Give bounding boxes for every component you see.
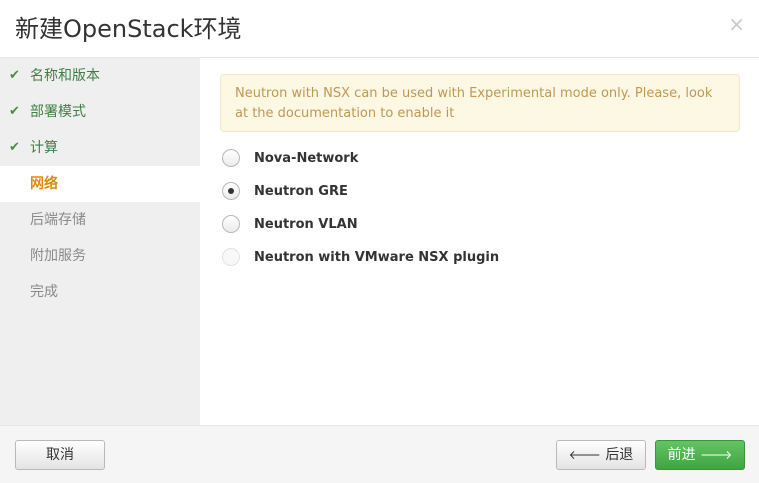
radio-nova-network[interactable] xyxy=(222,149,240,167)
option-neutron-vlan[interactable]: Neutron VLAN xyxy=(222,213,358,235)
radio-neutron-nsx xyxy=(222,248,240,266)
radio-neutron-vlan[interactable] xyxy=(222,215,240,233)
cancel-button[interactable]: 取消 xyxy=(15,440,105,470)
nsx-warning-alert: Neutron with NSX can be used with Experi… xyxy=(220,74,740,132)
radio-neutron-gre[interactable] xyxy=(222,182,240,200)
network-settings-panel: Neutron with NSX can be used with Experi… xyxy=(200,58,759,425)
back-button[interactable]: 🡐 后退 xyxy=(556,440,646,470)
next-button[interactable]: 前进 🡒 xyxy=(655,440,745,470)
step-compute[interactable]: ✔ 计算 xyxy=(0,130,200,166)
step-label: 网络 xyxy=(30,176,58,192)
radio-selected-dot xyxy=(228,188,234,194)
step-storage-backends: 后端存储 xyxy=(0,202,200,238)
option-neutron-nsx: Neutron with VMware NSX plugin xyxy=(222,246,499,268)
check-icon: ✔ xyxy=(9,140,20,155)
check-icon: ✔ xyxy=(9,104,20,119)
option-label: Neutron with VMware NSX plugin xyxy=(254,249,500,265)
arrow-left-icon: 🡐 xyxy=(568,448,601,462)
back-button-label: 后退 xyxy=(605,447,634,463)
dialog-title: 新建OpenStack环境 xyxy=(15,15,242,43)
arrow-right-icon: 🡒 xyxy=(700,448,733,462)
create-environment-dialog: 新建OpenStack环境 × ✔ 名称和版本 ✔ 部署模式 ✔ 计算 网络 后… xyxy=(0,0,759,483)
wizard-steps-sidebar: ✔ 名称和版本 ✔ 部署模式 ✔ 计算 网络 后端存储 附加服务 完成 xyxy=(0,58,200,425)
next-button-label: 前进 xyxy=(667,447,696,463)
option-label: Nova-Network xyxy=(254,150,359,166)
step-finish: 完成 xyxy=(0,274,200,310)
step-label: 计算 xyxy=(30,140,58,156)
dialog-header: 新建OpenStack环境 × xyxy=(0,0,759,58)
option-label: Neutron VLAN xyxy=(254,216,358,232)
step-network[interactable]: 网络 xyxy=(0,166,200,202)
step-label: 后端存储 xyxy=(30,212,86,228)
step-label: 完成 xyxy=(30,284,58,300)
step-label: 名称和版本 xyxy=(30,68,100,84)
dialog-footer: 取消 🡐 后退 前进 🡒 xyxy=(0,425,759,483)
cancel-button-label: 取消 xyxy=(46,447,74,463)
check-icon: ✔ xyxy=(9,68,20,83)
close-icon[interactable]: × xyxy=(728,12,745,36)
option-neutron-gre[interactable]: Neutron GRE xyxy=(222,180,348,202)
step-label: 附加服务 xyxy=(30,248,86,264)
step-additional-services: 附加服务 xyxy=(0,238,200,274)
option-label: Neutron GRE xyxy=(254,183,348,199)
step-label: 部署模式 xyxy=(30,104,86,120)
step-name-and-release[interactable]: ✔ 名称和版本 xyxy=(0,58,200,94)
step-deployment-mode[interactable]: ✔ 部署模式 xyxy=(0,94,200,130)
option-nova-network[interactable]: Nova-Network xyxy=(222,147,358,169)
